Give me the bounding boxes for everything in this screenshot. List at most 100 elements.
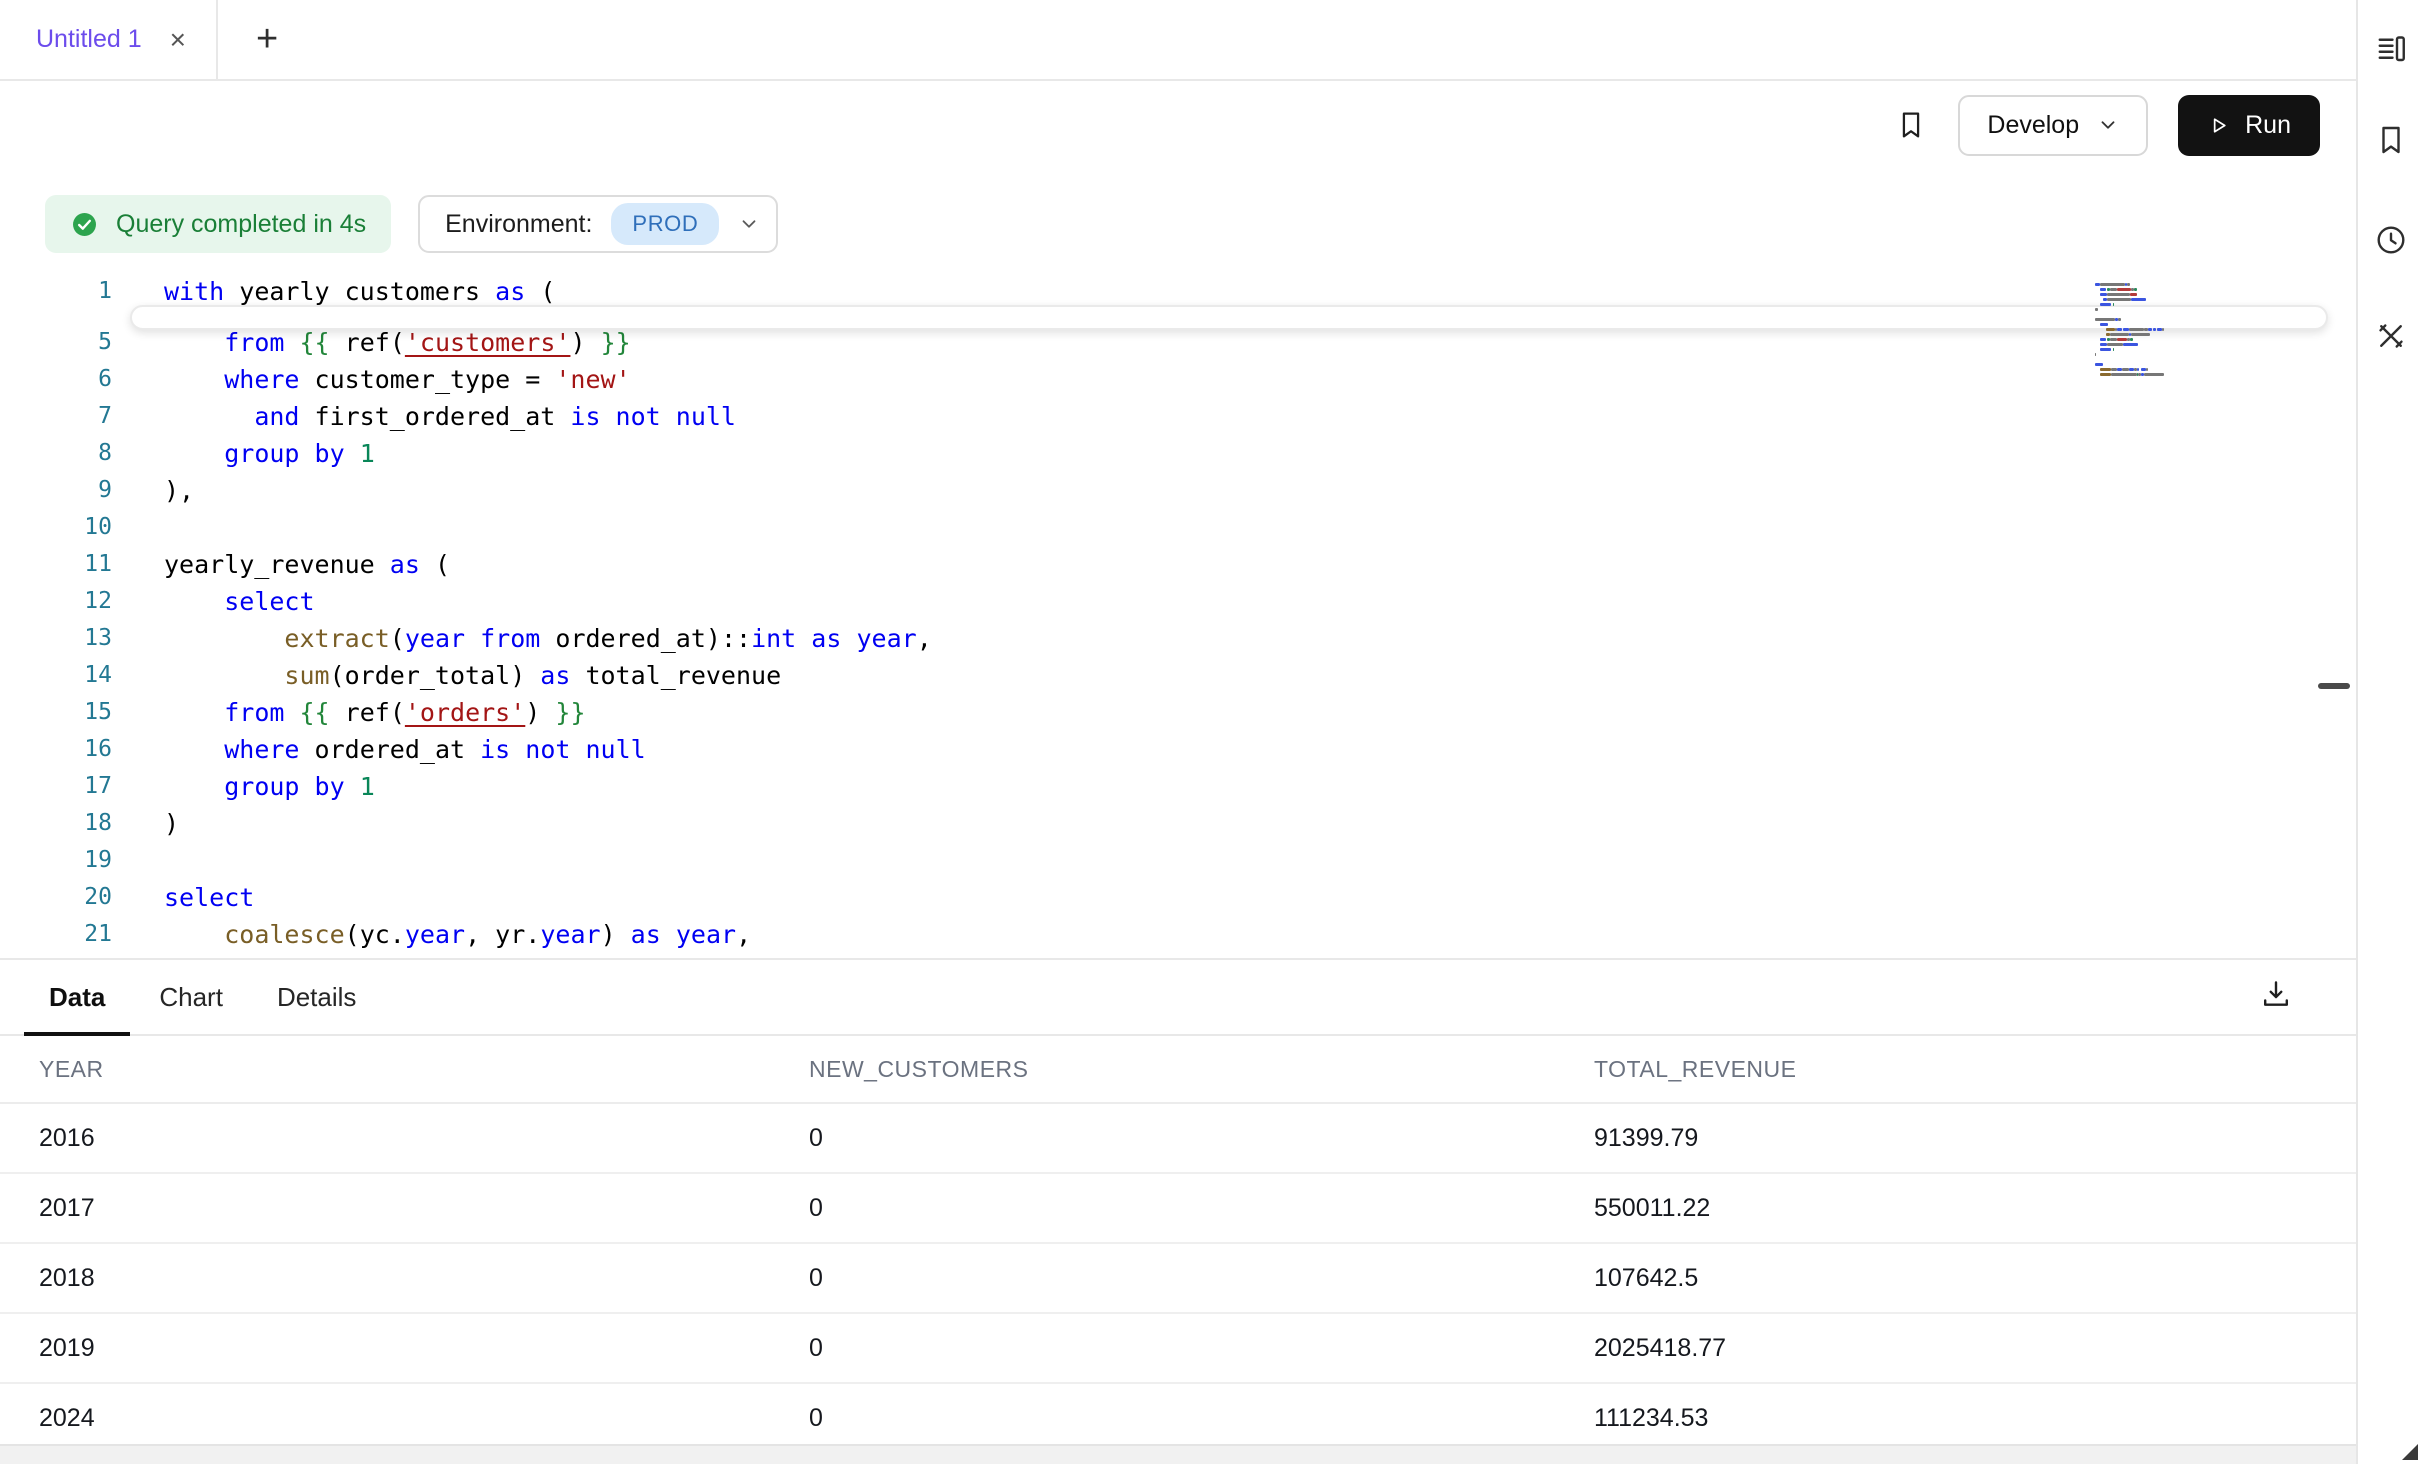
tab-details[interactable]: Details: [250, 960, 383, 1034]
code-line[interactable]: 11yearly_revenue as (: [0, 546, 2356, 583]
line-number: 13: [0, 620, 112, 657]
main-area: Untitled 1 × + Develop Run Query complet…: [0, 0, 2356, 1464]
develop-label: Develop: [1987, 111, 2079, 140]
develop-dropdown[interactable]: Develop: [1958, 95, 2148, 156]
code-line[interactable]: 13 extract(year from ordered_at)::int as…: [0, 620, 2356, 657]
line-number: 17: [0, 768, 112, 805]
code-line[interactable]: 19: [0, 842, 2356, 879]
resize-corner[interactable]: [2402, 1444, 2418, 1460]
minimap[interactable]: [2095, 283, 2215, 378]
new-tab-button[interactable]: +: [256, 18, 278, 61]
code-editor[interactable]: 1with yearly_customers as ( 5 from {{ re…: [0, 273, 2356, 963]
table-cell: 2025418.77: [1594, 1334, 2356, 1363]
table-row[interactable]: 20170550011.22: [0, 1174, 2356, 1244]
environment-badge: PROD: [611, 203, 719, 245]
code-line[interactable]: 15 from {{ ref('orders') }}: [0, 694, 2356, 731]
line-number: 15: [0, 694, 112, 731]
code-line[interactable]: 12 select: [0, 583, 2356, 620]
line-number: 6: [0, 361, 112, 398]
download-icon[interactable]: [2258, 977, 2294, 1018]
bookmark-icon[interactable]: [2373, 122, 2409, 163]
right-icon-rail: [2356, 0, 2424, 1464]
close-icon[interactable]: ×: [170, 26, 186, 54]
table-cell: 0: [809, 1264, 1594, 1293]
table-cell: 0: [809, 1124, 1594, 1153]
line-number: 20: [0, 879, 112, 916]
query-status-text: Query completed in 4s: [116, 210, 366, 239]
table-row[interactable]: 201902025418.77: [0, 1314, 2356, 1384]
run-button[interactable]: Run: [2178, 95, 2320, 156]
column-header-new-customers[interactable]: NEW_CUSTOMERS: [809, 1056, 1594, 1083]
table-cell: 2019: [39, 1334, 809, 1363]
results-tabs: Data Chart Details: [0, 960, 2356, 1036]
table-cell: 0: [809, 1404, 1594, 1433]
status-row: Query completed in 4s Environment: PROD: [0, 195, 2356, 253]
code-line[interactable]: 21 coalesce(yc.year, yr.year) as year,: [0, 916, 2356, 953]
line-number: 19: [0, 842, 112, 879]
environment-label: Environment:: [445, 210, 592, 239]
table-cell: 107642.5: [1594, 1264, 2356, 1293]
editor-tab-bar: Untitled 1 × +: [0, 0, 2356, 81]
line-number: 1: [0, 273, 112, 310]
tab-label: Untitled 1: [36, 25, 142, 54]
bookmark-icon[interactable]: [1894, 108, 1928, 142]
column-header-total-revenue[interactable]: TOTAL_REVENUE: [1594, 1056, 2356, 1083]
environment-selector[interactable]: Environment: PROD: [418, 195, 778, 253]
outline-panel-icon[interactable]: [2373, 30, 2409, 71]
tab-details-label: Details: [277, 982, 356, 1013]
code-line[interactable]: 8 group by 1: [0, 435, 2356, 472]
line-number: 10: [0, 509, 112, 546]
line-number: 7: [0, 398, 112, 435]
code-line[interactable]: 9),: [0, 472, 2356, 509]
code-lines: 5 from {{ ref('customers') }}6 where cus…: [0, 324, 2356, 963]
table-cell: 111234.53: [1594, 1404, 2356, 1433]
code-line[interactable]: 7 and first_ordered_at is not null: [0, 398, 2356, 435]
toolbar: Develop Run: [0, 81, 2356, 169]
query-status-badge: Query completed in 4s: [45, 195, 391, 253]
table-cell: 2016: [39, 1124, 809, 1153]
code-line[interactable]: 10: [0, 509, 2356, 546]
line-number: 12: [0, 583, 112, 620]
run-label: Run: [2245, 111, 2291, 140]
tab-chart[interactable]: Chart: [132, 960, 250, 1034]
table-cell: 2017: [39, 1194, 809, 1223]
table-row[interactable]: 20180107642.5: [0, 1244, 2356, 1314]
line-number: 9: [0, 472, 112, 509]
line-number: 11: [0, 546, 112, 583]
scrollbar-thumb[interactable]: [2318, 683, 2350, 689]
table-cell: 2024: [39, 1404, 809, 1433]
line-number: 14: [0, 657, 112, 694]
code-line[interactable]: 20select: [0, 879, 2356, 916]
code-line[interactable]: 18): [0, 805, 2356, 842]
code-line[interactable]: 17 group by 1: [0, 768, 2356, 805]
table-header: YEAR NEW_CUSTOMERS TOTAL_REVENUE: [0, 1036, 2356, 1104]
results-horizontal-scrollbar[interactable]: [0, 1444, 2356, 1464]
chevron-down-icon: [2097, 114, 2119, 136]
column-header-year[interactable]: YEAR: [39, 1056, 809, 1083]
history-icon[interactable]: [2373, 222, 2409, 263]
line-number: 8: [0, 435, 112, 472]
tab-data-label: Data: [49, 982, 105, 1013]
tab-untitled-1[interactable]: Untitled 1 ×: [0, 0, 218, 79]
table-cell: 0: [809, 1334, 1594, 1363]
line-number: 5: [0, 324, 112, 361]
table-cell: 550011.22: [1594, 1194, 2356, 1223]
code-line[interactable]: 14 sum(order_total) as total_revenue: [0, 657, 2356, 694]
tab-chart-label: Chart: [159, 982, 223, 1013]
code-line[interactable]: 16 where ordered_at is not null: [0, 731, 2356, 768]
line-number: 16: [0, 731, 112, 768]
table-row[interactable]: 2016091399.79: [0, 1104, 2356, 1174]
table-cell: 0: [809, 1194, 1594, 1223]
table-body: 2016091399.7920170550011.2220180107642.5…: [0, 1104, 2356, 1454]
check-circle-icon: [70, 210, 99, 239]
results-panel: Data Chart Details YEAR NEW_CUSTOMERS TO…: [0, 958, 2356, 1464]
table-cell: 91399.79: [1594, 1124, 2356, 1153]
chevron-down-icon: [738, 213, 760, 235]
play-icon: [2207, 114, 2230, 137]
table-cell: 2018: [39, 1264, 809, 1293]
crossed-tools-icon[interactable]: [2373, 318, 2409, 359]
code-line[interactable]: 6 where customer_type = 'new': [0, 361, 2356, 398]
horizontal-scrollbar[interactable]: [130, 305, 2328, 330]
tab-data[interactable]: Data: [22, 960, 132, 1034]
line-number: 18: [0, 805, 112, 842]
